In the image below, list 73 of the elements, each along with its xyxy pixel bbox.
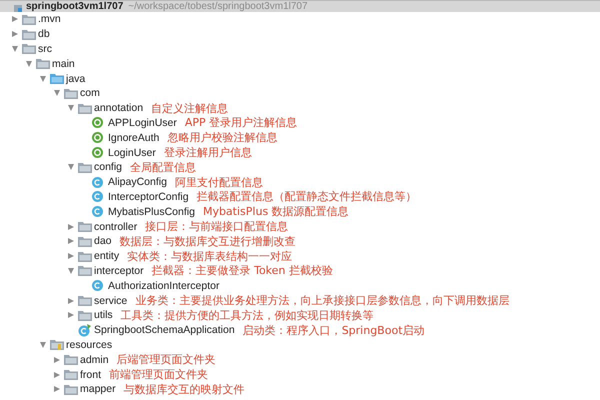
annotation-icon <box>92 117 103 128</box>
class-icon <box>92 280 103 292</box>
annotation-comment: MybatisPlus 数据源配置信息 <box>202 204 349 220</box>
annotation-comment: 自定义注解信息 <box>151 100 228 116</box>
file-name[interactable]: InterceptorConfig <box>108 190 189 203</box>
folder-icon <box>78 162 92 173</box>
annotation-comment: 登录注解用户信息 <box>164 145 252 160</box>
class-icon <box>92 191 103 202</box>
folder-name[interactable]: dao <box>94 235 112 248</box>
folder-name[interactable]: .mvn <box>38 13 61 26</box>
folder-icon <box>64 384 78 395</box>
folder-icon <box>78 295 92 306</box>
class-icon <box>78 324 91 337</box>
annotation-comment: 接口层：与前端接口配置信息 <box>145 219 288 234</box>
annotation-comment: 阿里支付配置信息 <box>174 174 263 190</box>
folder-name[interactable]: utils <box>94 309 113 322</box>
annotation-comment: 拦截器配置信息（配置静态文件拦截信息等） <box>196 189 417 204</box>
folder-icon <box>78 310 92 321</box>
annotation-comment: 启动类：程序入口，SpringBoot启动 <box>242 322 425 338</box>
annotation-comment: 全局配置信息 <box>130 160 196 175</box>
folder-name[interactable]: annotation <box>94 102 144 114</box>
folder-name[interactable]: mapper <box>80 383 116 396</box>
folder-name[interactable]: com <box>80 87 100 100</box>
annotation-icon <box>92 147 103 158</box>
annotation-comment: 忽略用户校验注解信息 <box>167 130 278 146</box>
file-name[interactable]: AuthorizationInterceptor <box>108 280 220 292</box>
folder-icon <box>78 221 92 232</box>
folder-icon <box>22 43 36 54</box>
folder-name[interactable]: admin <box>80 354 109 366</box>
annotation-comment: 与数据库交互的映射文件 <box>124 382 245 397</box>
annotation-comment: 后端管理页面文件夹 <box>116 352 216 368</box>
folder-name[interactable]: db <box>38 28 50 40</box>
file-name[interactable]: LoginUser <box>108 146 156 159</box>
folder-icon <box>78 102 92 114</box>
annotation-comment: 实体类：与数据库表结构一一对应 <box>127 248 292 264</box>
folder-name[interactable]: main <box>52 58 75 70</box>
folder-name[interactable]: config <box>94 161 122 174</box>
class-icon <box>92 206 103 218</box>
folder-icon <box>64 369 78 380</box>
folder-icon <box>22 28 36 40</box>
folder-icon <box>78 236 92 247</box>
annotation-comment: 前端管理页面文件夹 <box>109 367 208 382</box>
folder-icon <box>64 354 78 366</box>
folder-icon <box>50 73 64 84</box>
file-name[interactable]: AlipayConfig <box>108 176 167 188</box>
folder-name[interactable]: front <box>80 368 102 381</box>
project-path: ~/workspace/tobest/springboot3vm1l707 <box>128 1 308 12</box>
folder-name[interactable]: resources <box>66 338 112 351</box>
file-name[interactable]: APPLoginUser <box>108 116 177 129</box>
folder-name[interactable]: src <box>38 42 52 55</box>
annotation-comment: 业务类：主要提供业务处理方法，向上承接接口层参数信息，向下调用数据层 <box>135 293 510 308</box>
project-name: springboot3vm1l707 <box>26 1 124 12</box>
file-name[interactable]: IgnoreAuth <box>108 132 160 144</box>
folder-name[interactable]: controller <box>94 220 138 233</box>
folder-icon <box>78 265 92 276</box>
file-name[interactable]: SpringbootSchemaApplication <box>94 324 235 336</box>
folder-icon <box>64 88 78 99</box>
folder-icon <box>78 250 92 262</box>
class-icon <box>92 176 103 188</box>
folder-icon <box>50 339 64 350</box>
folder-name[interactable]: interceptor <box>94 264 144 277</box>
file-name[interactable]: MybatisPlusConfig <box>108 206 195 218</box>
annotation-comment: 数据层：与数据库交互进行增删改查 <box>120 234 296 249</box>
module-icon <box>14 5 22 12</box>
annotation-comment: 工具类：提供方便的工具方法，例如实现日期转换等 <box>120 308 374 323</box>
annotation-comment: APP 登录用户注解信息 <box>184 115 298 130</box>
folder-name[interactable]: java <box>66 72 86 85</box>
folder-icon <box>36 58 50 70</box>
folder-name[interactable]: service <box>94 294 128 307</box>
folder-icon <box>22 14 36 25</box>
folder-name[interactable]: entity <box>94 250 120 262</box>
annotation-comment: 拦截器：主要做登录 Token 拦截校验 <box>152 263 333 278</box>
annotation-icon <box>92 132 103 144</box>
